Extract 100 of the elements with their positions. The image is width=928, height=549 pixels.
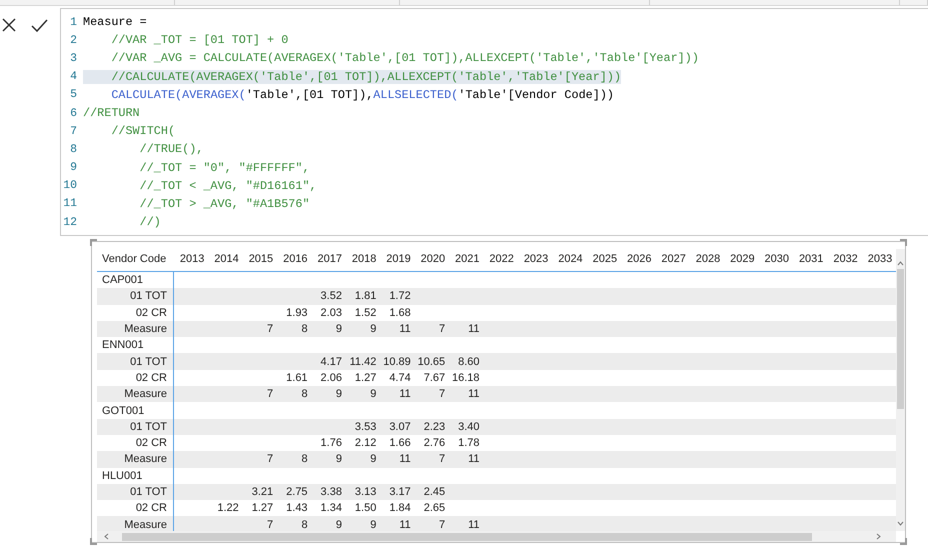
column-header[interactable]: 2024 bbox=[552, 246, 587, 271]
column-header[interactable]: 2018 bbox=[346, 246, 380, 271]
code-line: //VAR _TOT = [01 TOT] + 0 bbox=[110, 33, 288, 48]
table-cell-text: 11.42 bbox=[348, 354, 378, 370]
table-cell-text: 1.27 bbox=[354, 370, 378, 386]
scroll-up-icon[interactable] bbox=[897, 260, 904, 267]
table-cell-text: 1.78 bbox=[457, 436, 481, 452]
line-number: 1 bbox=[69, 16, 77, 29]
table-cell-text: 7 bbox=[438, 518, 446, 531]
table-cell-text: 2.65 bbox=[422, 501, 446, 516]
table-cell-text: 3.52 bbox=[320, 289, 343, 304]
table-cell-text: 1.52 bbox=[354, 306, 378, 321]
table-cell-text: 1.22 bbox=[216, 501, 240, 516]
table-cell-text: 3.38 bbox=[320, 485, 343, 500]
table-cell-text: 9 bbox=[334, 322, 343, 338]
table-cell-text: 2.03 bbox=[320, 306, 343, 321]
table-cell-text: 1.27 bbox=[250, 501, 274, 516]
table-cell-text: 1.68 bbox=[388, 306, 412, 321]
row-header: 01 TOT bbox=[97, 288, 174, 305]
table-cell-text: 2.75 bbox=[285, 485, 309, 500]
scrollbar-thumb[interactable] bbox=[897, 269, 904, 409]
row-header: Measure bbox=[97, 386, 174, 402]
scroll-down-icon[interactable] bbox=[897, 520, 904, 527]
table-cell-text: 1.84 bbox=[388, 501, 412, 516]
table-cell-text: 2.12 bbox=[354, 436, 378, 452]
table-cell-text: 7 bbox=[438, 322, 446, 338]
column-header[interactable]: 2021 bbox=[449, 246, 484, 271]
column-header[interactable]: 2029 bbox=[724, 246, 759, 271]
column-header[interactable]: 2022 bbox=[484, 246, 518, 271]
table-cell-text: 2.45 bbox=[422, 485, 446, 500]
table-cell-text: 10.89 bbox=[382, 354, 412, 370]
table-cell-text: 7 bbox=[266, 322, 274, 338]
row-header: Measure bbox=[97, 320, 174, 338]
line-number: 7 bbox=[69, 124, 77, 138]
column-header[interactable]: 2026 bbox=[621, 246, 656, 271]
vertical-scrollbar[interactable] bbox=[896, 249, 905, 531]
table-cell-text: 9 bbox=[369, 518, 378, 531]
line-number: 11 bbox=[62, 197, 77, 210]
table-cell-text: 3.53 bbox=[354, 420, 378, 435]
table-cell-text: 9 bbox=[369, 322, 378, 338]
table-cell-text: 9 bbox=[369, 452, 378, 468]
column-header[interactable]: Vendor Code bbox=[97, 246, 174, 271]
table-cell-text: 4.17 bbox=[320, 354, 343, 370]
table-cell-text: 7.67 bbox=[422, 370, 446, 386]
column-header[interactable]: 2031 bbox=[793, 246, 828, 271]
table-cell-text: 7 bbox=[438, 452, 446, 468]
table-cell-text: 8 bbox=[300, 518, 309, 531]
table-cell-text: 8.60 bbox=[457, 354, 481, 370]
scroll-left-icon[interactable] bbox=[103, 533, 110, 540]
line-number: 2 bbox=[69, 34, 77, 47]
code-line: //_TOT < _AVG, "#D16161", bbox=[138, 178, 317, 193]
code-line: //VAR _AVG = CALCULATE(AVERAGEX('Table',[01 TOT]),ALLEXCEPT('Table','Table'[Year])) bbox=[110, 51, 699, 66]
resize-handle[interactable] bbox=[900, 538, 907, 545]
scroll-right-icon[interactable] bbox=[875, 533, 882, 540]
line-number: 9 bbox=[69, 161, 77, 174]
code-editor[interactable] bbox=[60, 8, 928, 236]
line-number: 12 bbox=[62, 216, 77, 229]
column-header[interactable]: 2019 bbox=[380, 246, 415, 271]
horizontal-scrollbar[interactable] bbox=[97, 531, 896, 542]
column-header[interactable]: 2020 bbox=[414, 246, 450, 271]
table-cell-text: 1.93 bbox=[285, 306, 309, 321]
table-cell-text: 11 bbox=[467, 518, 481, 531]
table-cell-text: 2.23 bbox=[422, 420, 446, 435]
column-header[interactable]: 2030 bbox=[758, 246, 794, 271]
table-cell-text: 4.74 bbox=[388, 370, 412, 386]
code-line: Measure = bbox=[83, 15, 147, 30]
table-cell-text: 2.76 bbox=[422, 436, 446, 452]
column-header[interactable]: 2017 bbox=[312, 246, 346, 271]
column-header[interactable]: 2027 bbox=[655, 246, 690, 271]
column-header[interactable]: 2015 bbox=[242, 246, 278, 271]
table-cell-text: 1.66 bbox=[388, 436, 412, 452]
row-header: 01 TOT bbox=[97, 418, 174, 435]
column-header[interactable]: 2014 bbox=[208, 246, 243, 271]
code-line: //SWITCH( bbox=[110, 124, 176, 138]
column-header[interactable]: 2032 bbox=[827, 246, 862, 271]
resize-handle[interactable] bbox=[900, 239, 907, 246]
code-line: CALCULATE(AVERAGEX('Table',[01 TOT]),ALLSELECTED('Table'[Vendor Code])) bbox=[110, 88, 614, 102]
line-number: 8 bbox=[69, 142, 77, 156]
column-header[interactable]: 2033 bbox=[862, 246, 896, 271]
table-cell-text: 11 bbox=[398, 452, 412, 468]
table-cell-text: 8 bbox=[300, 387, 309, 402]
close-icon[interactable] bbox=[0, 16, 18, 34]
column-header[interactable]: 2023 bbox=[518, 246, 552, 271]
table-cell-text: 9 bbox=[334, 452, 343, 468]
table-cell-text: 1.61 bbox=[285, 370, 309, 386]
column-header[interactable]: 2013 bbox=[174, 246, 208, 271]
column-header[interactable]: 2016 bbox=[277, 246, 312, 271]
code-line: //_TOT > _AVG, "#A1B576" bbox=[138, 196, 310, 211]
resize-handle[interactable] bbox=[90, 239, 97, 246]
column-header[interactable]: 2025 bbox=[586, 246, 622, 271]
line-number: 10 bbox=[62, 179, 77, 192]
scrollbar-thumb[interactable] bbox=[122, 532, 812, 540]
table-cell-text: 11 bbox=[398, 387, 412, 402]
table-cell-text: 11 bbox=[398, 322, 412, 338]
table-cell-text: 7 bbox=[266, 518, 274, 531]
table-cell-text: 1.43 bbox=[285, 501, 309, 516]
code-line: //RETURN bbox=[83, 106, 140, 120]
table-cell-text: 10.65 bbox=[416, 354, 446, 370]
code-line: //) bbox=[138, 215, 161, 230]
column-header[interactable]: 2028 bbox=[690, 246, 724, 271]
